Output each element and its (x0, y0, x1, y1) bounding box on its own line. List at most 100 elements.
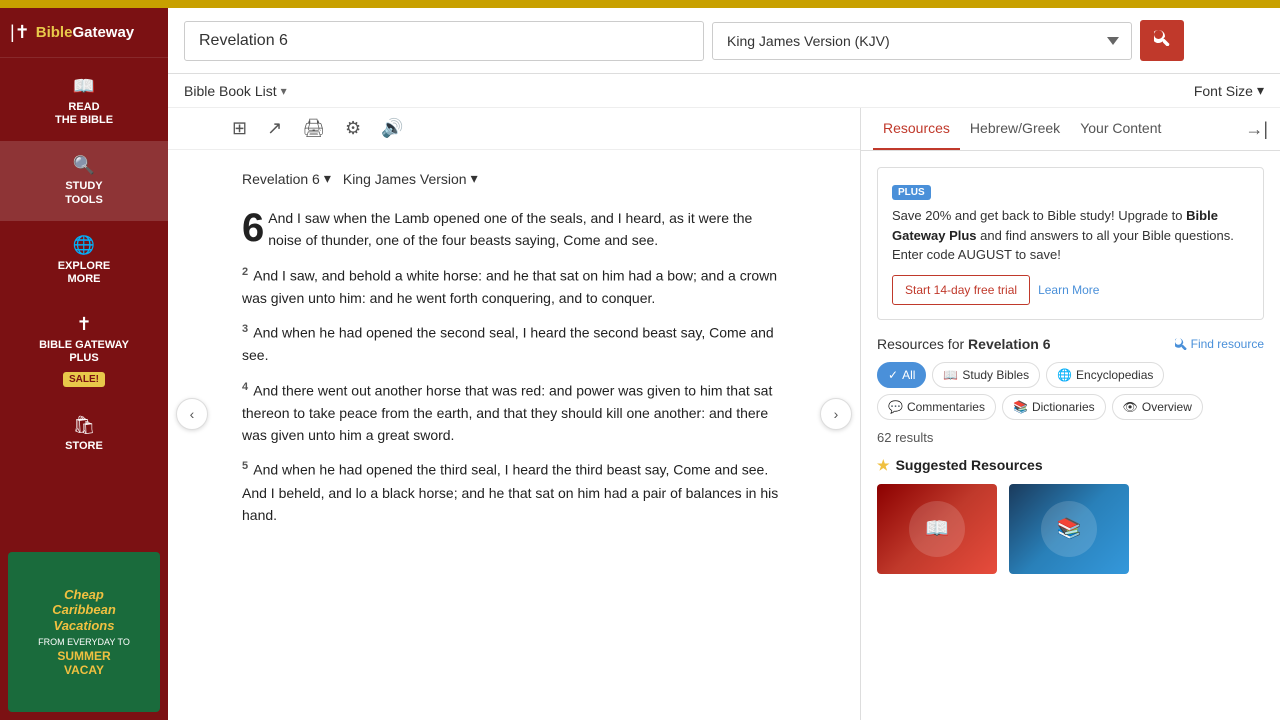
verse-2-num: 2 (242, 266, 248, 278)
filter-dictionaries[interactable]: 📚 Dictionaries (1002, 394, 1106, 420)
search-input[interactable] (184, 21, 704, 61)
sidebar-item-plus-label: BIBLE GATEWAY PLUS (39, 339, 129, 365)
nav-prev-button[interactable]: ‹ (176, 398, 208, 430)
filter-buttons: ✓ All 📖 Study Bibles 🌐 Encyclopedias (877, 362, 1264, 420)
filter-commentaries-icon: 💬 (888, 400, 903, 414)
plus-promo-text: Save 20% and get back to Bible study! Up… (892, 206, 1249, 265)
learn-more-button[interactable]: Learn More (1038, 275, 1099, 305)
filter-all-icon: ✓ (888, 368, 898, 382)
find-resource-button[interactable]: Find resource (1175, 337, 1264, 351)
sidebar-nav: 📖 READ THE BIBLE 🔍 STUDY TOOLS 🌐 EXPLORE… (0, 62, 168, 467)
resources-content: PLUS Save 20% and get back to Bible stud… (861, 151, 1280, 720)
read-bible-icon: 📖 (73, 76, 95, 97)
logo-text: BibleGateway (36, 24, 134, 41)
breadcrumb-left: Bible Book List ▾ (184, 83, 287, 99)
sidebar-item-read-bible[interactable]: 📖 READ THE BIBLE (0, 62, 168, 141)
nav-next-button[interactable]: › (820, 398, 852, 430)
resources-tabs: Resources Hebrew/Greek Your Content →| (861, 108, 1280, 151)
audio-icon[interactable]: 🔊 (377, 114, 407, 143)
filter-dictionaries-icon: 📚 (1013, 400, 1028, 414)
results-count: 62 results (877, 430, 1264, 445)
bible-book-list-link[interactable]: Bible Book List (184, 83, 277, 99)
ad-text2: FROM EVERYDAY TO (38, 637, 130, 647)
filter-encyclopedias-icon: 🌐 (1057, 368, 1072, 382)
filter-study-bibles[interactable]: 📖 Study Bibles (932, 362, 1040, 388)
main-layout: |✝ BibleGateway 📖 READ THE BIBLE 🔍 STUDY… (0, 8, 1280, 720)
ad-text3: SUMMERVACAY (57, 649, 110, 677)
verse-2: 2 And I saw, and behold a white horse: a… (242, 264, 786, 309)
bible-text-scroll: Revelation 6 ▾ King James Version ▾ 6 An… (218, 150, 810, 720)
verse-3-text: And when he had opened the second seal, … (242, 325, 774, 363)
sidebar-item-plus[interactable]: ✝ BIBLE GATEWAY PLUS SALE! (0, 300, 168, 400)
bible-text-container: ⊞ ↗ 🖨 ⚙ 🔊 ‹ › Revelation 6 ▾ (168, 108, 860, 720)
chapter-number: 6 (242, 211, 264, 245)
font-size-chevron: ▾ (1257, 82, 1264, 99)
sidebar-item-store[interactable]: 🛍 STORE (0, 401, 168, 467)
svg-text:📚: 📚 (1057, 517, 1082, 540)
chapter-selector[interactable]: Revelation 6 ▾ (242, 170, 331, 187)
sidebar-ad[interactable]: CheapCaribbeanVacations FROM EVERYDAY TO… (0, 544, 168, 720)
sidebar-logo[interactable]: |✝ BibleGateway (0, 8, 168, 58)
ad-text1: CheapCaribbeanVacations (52, 587, 116, 634)
store-icon: 🛍 (73, 415, 96, 436)
chapter-label: Revelation 6 (242, 171, 320, 187)
sidebar-item-read-bible-label: READ THE BIBLE (55, 101, 113, 127)
parallel-icon[interactable]: ⊞ (228, 114, 251, 143)
filter-overview-icon: 👁 (1123, 400, 1138, 414)
sidebar-item-study-tools-label: STUDY TOOLS (65, 180, 103, 206)
resources-expand-icon[interactable]: →| (1245, 119, 1268, 140)
start-trial-button[interactable]: Start 14-day free trial (892, 275, 1030, 305)
verse-1-text: And I saw when the Lamb opened one of th… (268, 210, 752, 248)
chapter-dropdown-icon: ▾ (324, 170, 331, 187)
sidebar-item-explore-more-label: EXPLORE MORE (58, 260, 111, 286)
top-bar (0, 0, 1280, 8)
plus-badge: PLUS (892, 185, 931, 200)
resource-cards: 📖 📚 (877, 484, 1264, 574)
tab-resources[interactable]: Resources (873, 108, 960, 150)
external-link-icon[interactable]: ↗ (263, 114, 286, 143)
filter-encyclopedias[interactable]: 🌐 Encyclopedias (1046, 362, 1164, 388)
suggested-heading: ★ Suggested Resources (877, 457, 1264, 474)
sidebar: |✝ BibleGateway 📖 READ THE BIBLE 🔍 STUDY… (0, 8, 168, 720)
verse-3-num: 3 (242, 323, 248, 335)
filter-all[interactable]: ✓ All (877, 362, 926, 388)
tab-your-content[interactable]: Your Content (1070, 108, 1171, 150)
search-bar: King James Version (KJV) New Internation… (168, 8, 1280, 74)
verse-4-text: And there went out another horse that wa… (242, 382, 772, 443)
find-resource-label: Find resource (1191, 337, 1264, 351)
font-size-control[interactable]: Font Size ▾ (1194, 82, 1264, 99)
breadcrumb-bar: Bible Book List ▾ Font Size ▾ (168, 74, 1280, 108)
plus-promo: PLUS Save 20% and get back to Bible stud… (877, 167, 1264, 320)
filter-overview[interactable]: 👁 Overview (1112, 394, 1203, 420)
version-select[interactable]: King James Version (KJV) New Internation… (712, 22, 1132, 60)
verse-5: 5 And when he had opened the third seal,… (242, 458, 786, 526)
resources-for-text: Resources for Revelation 6 (877, 336, 1051, 352)
resource-card-2[interactable]: 📚 (1009, 484, 1129, 574)
filter-commentaries[interactable]: 💬 Commentaries (877, 394, 996, 420)
verse-2-text: And I saw, and behold a white horse: and… (242, 267, 777, 305)
svg-text:📖: 📖 (925, 518, 950, 540)
ad-box[interactable]: CheapCaribbeanVacations FROM EVERYDAY TO… (8, 552, 160, 712)
version-selector[interactable]: King James Version ▾ (343, 170, 478, 187)
sidebar-item-study-tools[interactable]: 🔍 STUDY TOOLS (0, 141, 168, 220)
verse-4-num: 4 (242, 381, 248, 393)
study-tools-icon: 🔍 (73, 155, 95, 176)
sale-badge: SALE! (63, 372, 105, 387)
version-dropdown-icon: ▾ (471, 170, 478, 187)
filter-study-bibles-icon: 📖 (943, 368, 958, 382)
verse-3: 3 And when he had opened the second seal… (242, 321, 786, 366)
settings-icon[interactable]: ⚙ (341, 114, 365, 143)
print-icon[interactable]: 🖨 (298, 114, 329, 143)
resources-for-header: Resources for Revelation 6 Find resource (877, 336, 1264, 352)
resource-card-1[interactable]: 📖 (877, 484, 997, 574)
search-button[interactable] (1140, 20, 1184, 61)
tab-hebrew-greek[interactable]: Hebrew/Greek (960, 108, 1070, 150)
reading-layout: ⊞ ↗ 🖨 ⚙ 🔊 ‹ › Revelation 6 ▾ (168, 108, 1280, 720)
logo-icon: |✝ (10, 22, 30, 43)
verse-4: 4 And there went out another horse that … (242, 379, 786, 447)
content-area: King James Version (KJV) New Internation… (168, 8, 1280, 720)
font-size-label: Font Size (1194, 83, 1253, 99)
sidebar-item-explore-more[interactable]: 🌐 EXPLORE MORE (0, 221, 168, 300)
verse-5-num: 5 (242, 460, 248, 472)
plus-buttons: Start 14-day free trial Learn More (892, 275, 1249, 305)
